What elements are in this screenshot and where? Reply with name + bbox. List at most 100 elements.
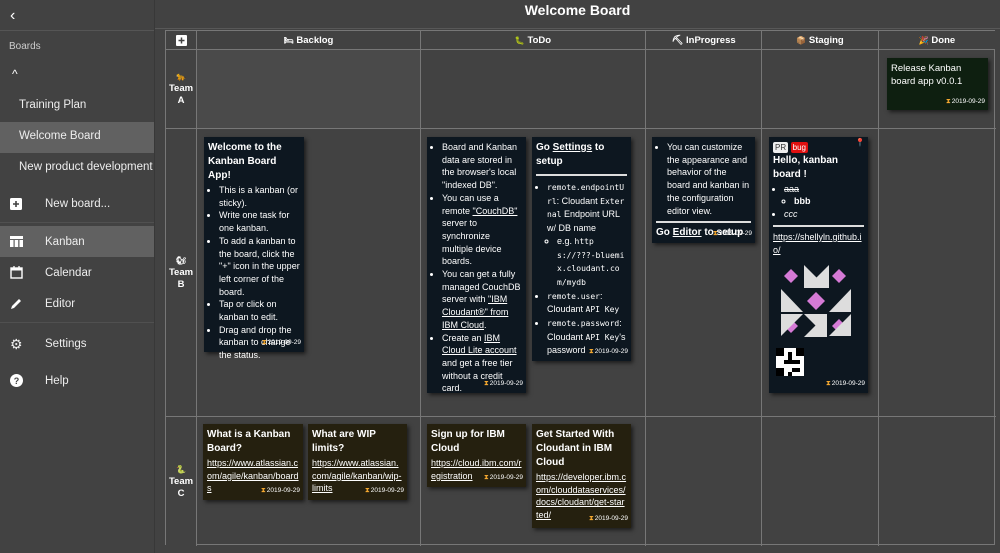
- list-item: e.g. https://???-bluemix.cloudant.com/my…: [557, 235, 627, 290]
- nav-editor-label: Editor: [45, 297, 76, 310]
- text: Go: [656, 227, 673, 239]
- kanban-card[interactable]: Welcome to the Kanban Board App! This is…: [204, 137, 304, 360]
- cell[interactable]: [646, 50, 762, 128]
- card-title: What are WIP limits?: [312, 429, 376, 454]
- list-item: aaa bbb: [784, 183, 864, 208]
- card-date: 2019-09-29: [484, 472, 523, 485]
- nav-kanban[interactable]: Kanban: [0, 226, 154, 257]
- column-header-todo: 🐛 ToDo: [421, 31, 646, 50]
- card-date: 2019-09-29: [826, 378, 865, 391]
- identicon-image: [781, 265, 851, 338]
- kanban-card[interactable]: You can customize the appearance and beh…: [652, 137, 755, 243]
- card-title: What is a Kanban Board?: [207, 429, 291, 454]
- divider: [536, 174, 627, 176]
- add-kanban-button[interactable]: [166, 31, 197, 50]
- add-icon: [175, 35, 187, 46]
- list-item: Board and Kanban data are stored in the …: [442, 141, 522, 192]
- party-icon: 🎉: [918, 36, 929, 45]
- card-date: 2019-09-29: [261, 485, 300, 498]
- cell[interactable]: Sign up for IBM Cloud https://cloud.ibm.c…: [421, 417, 646, 546]
- card-title: Hello, kanban board !: [773, 154, 839, 180]
- kanban-card[interactable]: Board and Kanban data are stored in the …: [427, 137, 526, 393]
- list-item: Write one task for one kanban.: [219, 209, 300, 234]
- nav-settings[interactable]: ⚙ Settings: [0, 326, 154, 362]
- list-item: remote.endpointUrl: Cloudant External En…: [547, 181, 627, 290]
- cell[interactable]: You can customize the appearance and beh…: [646, 129, 762, 416]
- new-board-button[interactable]: New board...: [0, 188, 154, 219]
- board-welcome-board[interactable]: Welcome Board: [0, 122, 154, 153]
- cell[interactable]: [197, 50, 421, 128]
- cell[interactable]: What is a Kanban Board? https://www.atlas…: [197, 417, 421, 546]
- kanban-card[interactable]: Sign up for IBM Cloud https://cloud.ibm.c…: [427, 424, 526, 487]
- cell[interactable]: [762, 417, 879, 546]
- board-new-product-development[interactable]: New product development: [0, 153, 154, 184]
- code: remote.user: [547, 291, 600, 301]
- cell[interactable]: [646, 417, 762, 546]
- card-text: Release Kanban board app v0.0.1: [891, 63, 963, 87]
- collapse-button[interactable]: ^: [0, 61, 154, 91]
- kanban-board: 🛏 Backlog 🐛 ToDo ⛏ InProgress 📦 Staging …: [165, 30, 996, 546]
- main: Welcome Board 🛏 Backlog 🐛 ToDo ⛏ InProgr…: [155, 0, 1000, 553]
- package-icon: 📦: [796, 36, 807, 45]
- settings-link[interactable]: Settings: [553, 142, 592, 153]
- kanban-card[interactable]: Get Started With Cloudant in IBM Cloud ht…: [532, 424, 631, 528]
- couchdb-link[interactable]: "CouchDB": [473, 206, 518, 216]
- row-label: 🐿 Team B: [166, 129, 197, 416]
- card-date: 2019-09-29: [713, 228, 752, 241]
- list-item: You can customize the appearance and beh…: [667, 141, 751, 217]
- nav-calendar-label: Calendar: [45, 266, 92, 279]
- row-label-text: Team: [168, 83, 194, 94]
- column-header-backlog: 🛏 Backlog: [197, 31, 421, 50]
- new-board-label: New board...: [45, 197, 111, 210]
- list-item: This is a kanban (or sticky).: [219, 184, 300, 209]
- boards-section-label: Boards: [9, 41, 41, 52]
- back-button[interactable]: ‹: [0, 0, 154, 31]
- card-title: Go Settings to setup: [536, 141, 627, 169]
- chevron-left-icon: ‹: [10, 7, 16, 24]
- nav-editor[interactable]: Editor: [0, 288, 154, 319]
- cell[interactable]: [879, 417, 996, 546]
- column-label: Done: [931, 35, 956, 46]
- chevron-up-icon: ^: [12, 67, 18, 81]
- github-link[interactable]: https://shellyln.github.io/: [773, 232, 862, 255]
- kanban-card[interactable]: Release Kanban board app v0.0.1 2019-09-2…: [887, 58, 988, 110]
- list-item: remote.user: Cloudant API Key: [547, 290, 627, 317]
- cell[interactable]: Welcome to the Kanban Board App! This is…: [197, 129, 421, 416]
- divider: [0, 222, 154, 223]
- text: .: [484, 319, 487, 330]
- row-team-a: 🐆 TeamA Release Kanban board app v0.0.1 20…: [166, 50, 996, 129]
- cell[interactable]: [762, 50, 879, 128]
- divider: [0, 322, 154, 323]
- kanban-card[interactable]: What are WIP limits? https://www.atlassia…: [308, 424, 407, 500]
- kanban-card[interactable]: 📍 PR bug Hello, kanban board ! aaa bbb ccc…: [769, 137, 868, 393]
- list-item: Tap or click on kanban to edit.: [219, 298, 300, 323]
- card-date: 2019-09-29: [589, 346, 628, 359]
- board-training-plan[interactable]: Training Plan: [0, 91, 154, 122]
- cell[interactable]: Board and Kanban data are stored in the …: [421, 129, 646, 416]
- text: ccc: [784, 209, 798, 220]
- squirrel-icon: 🐿: [175, 255, 187, 265]
- help-icon: ?: [0, 374, 45, 387]
- cell[interactable]: 📍 PR bug Hello, kanban board ! aaa bbb ccc…: [762, 129, 879, 416]
- tag-pr: PR: [773, 142, 789, 153]
- cell[interactable]: [879, 129, 996, 416]
- row-label: 🐍 Team C: [166, 417, 197, 546]
- column-label: Staging: [808, 35, 844, 46]
- row-label-text: A: [177, 95, 185, 106]
- nav-calendar[interactable]: Calendar: [0, 257, 154, 288]
- card-title: Welcome to the Kanban Board App!: [208, 142, 282, 181]
- editor-link[interactable]: Editor: [673, 227, 702, 238]
- cell[interactable]: [421, 50, 646, 128]
- code: API Key: [585, 305, 620, 315]
- nav-help[interactable]: ? Help: [0, 362, 154, 399]
- card-date: 2019-09-29: [589, 513, 628, 526]
- column-header-inprogress: ⛏ InProgress: [646, 31, 762, 50]
- text: You can get a fully managed CouchDB serv…: [442, 269, 521, 305]
- cell[interactable]: Release Kanban board app v0.0.1 2019-09-2…: [879, 50, 996, 128]
- list-item: ccc: [784, 208, 864, 221]
- kanban-card[interactable]: Go Settings to setup remote.endpointUrl:…: [532, 137, 631, 361]
- pin-icon: 📍: [855, 138, 865, 147]
- list-item: To add a kanban to the board, click the …: [219, 235, 300, 299]
- column-label: ToDo: [527, 35, 552, 46]
- kanban-card[interactable]: What is a Kanban Board? https://www.atlas…: [203, 424, 303, 500]
